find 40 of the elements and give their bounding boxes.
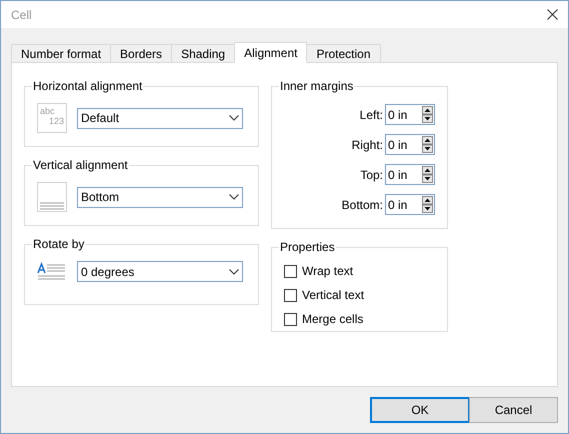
spin-field[interactable]: 0 in (385, 134, 435, 155)
close-icon[interactable] (547, 9, 558, 20)
abc-icon: abc 123 (37, 103, 67, 133)
spinner-arrows-icon[interactable] (422, 106, 433, 123)
dropdown[interactable]: Bottom (77, 186, 243, 208)
checkbox[interactable] (284, 288, 297, 302)
checkbox[interactable] (284, 264, 297, 278)
dialog-button[interactable]: OK (370, 397, 470, 423)
window-title: Cell (11, 6, 32, 24)
rotate-text-icon (37, 262, 67, 282)
spinner-arrows-icon[interactable] (422, 196, 433, 213)
field-label: Left: (360, 106, 383, 124)
field-label: Right: (352, 136, 383, 154)
dropdown[interactable]: 0 degrees (77, 261, 243, 282)
tab[interactable]: Alignment (234, 42, 308, 63)
field-label: Bottom: (342, 196, 383, 214)
group-title: Vertical alignment (32, 157, 129, 174)
group-title: Horizontal alignment (32, 78, 144, 95)
spinner-arrows-icon[interactable] (422, 136, 433, 153)
checkbox[interactable] (284, 312, 297, 326)
spin-field[interactable]: 0 in (385, 194, 435, 215)
align-bottom-icon (37, 182, 67, 212)
group-title: Inner margins (279, 78, 354, 95)
checkbox-label: Wrap text (302, 263, 354, 280)
field-label: Top: (360, 166, 383, 184)
group-title: Rotate by (32, 236, 86, 253)
dropdown[interactable]: Default (77, 108, 243, 128)
checkbox-label: Merge cells (302, 311, 364, 328)
tab[interactable]: Shading (171, 44, 236, 63)
spin-field[interactable]: 0 in (385, 164, 435, 185)
spin-field[interactable]: 0 in (385, 104, 435, 125)
chevron-down-icon (229, 115, 239, 121)
checkbox-label: Vertical text (302, 287, 364, 304)
chevron-down-icon (229, 268, 239, 274)
group-title: Properties (279, 239, 336, 256)
spinner-arrows-icon[interactable] (422, 166, 433, 183)
tab[interactable]: Number format (11, 44, 112, 63)
dialog-button[interactable]: Cancel (469, 397, 558, 423)
tab[interactable]: Protection (306, 44, 381, 63)
chevron-down-icon (229, 194, 239, 200)
